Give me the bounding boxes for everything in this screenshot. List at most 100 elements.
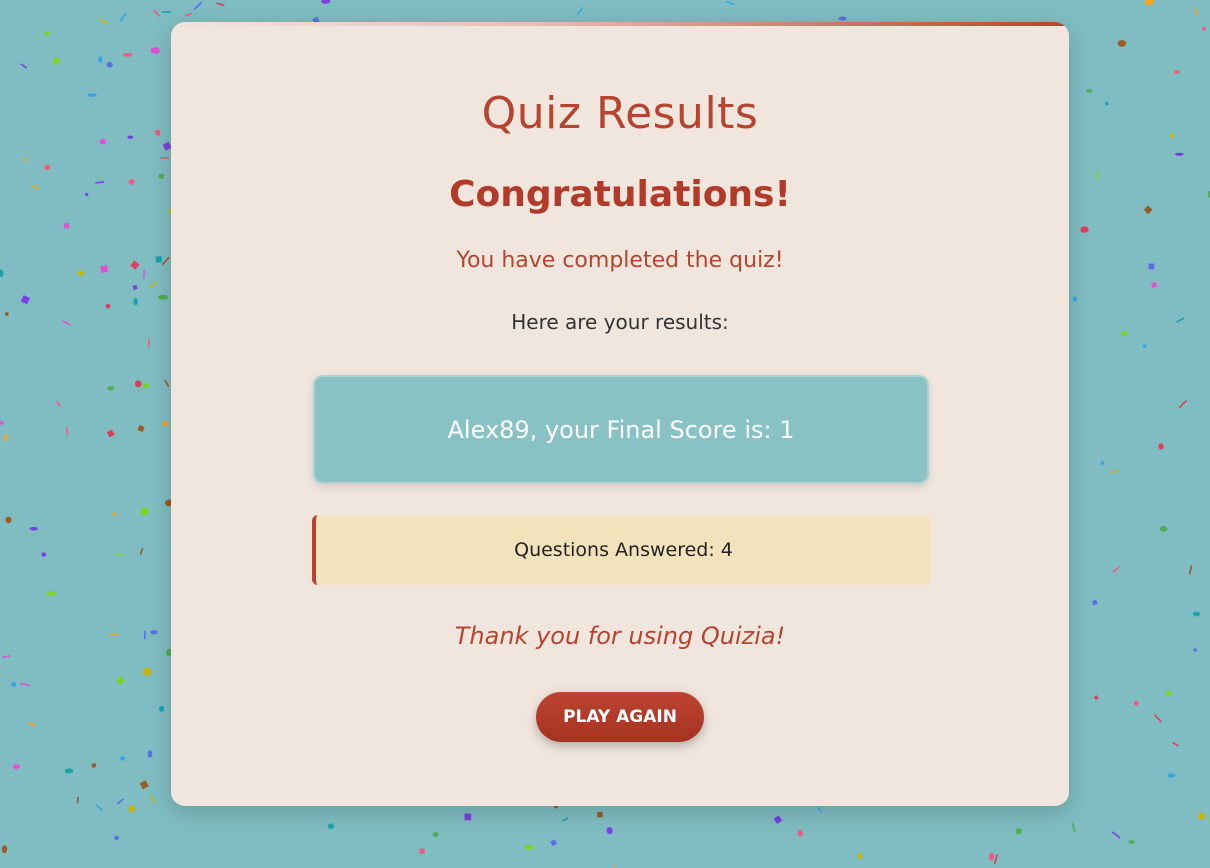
confetti-piece bbox=[84, 192, 89, 197]
confetti-piece bbox=[597, 812, 603, 818]
confetti-piece bbox=[725, 0, 735, 6]
confetti-piece bbox=[164, 379, 170, 388]
confetti-piece bbox=[184, 12, 193, 17]
confetti-piece bbox=[321, 0, 331, 4]
confetti-piece bbox=[1072, 296, 1078, 302]
congratulations-heading: Congratulations! bbox=[449, 174, 791, 215]
confetti-piece bbox=[1100, 461, 1105, 465]
results-card: Quiz Results Congratulations! You have c… bbox=[171, 22, 1069, 806]
confetti-piece bbox=[562, 817, 569, 822]
confetti-piece bbox=[1142, 344, 1147, 349]
confetti-piece bbox=[147, 338, 150, 348]
confetti-piece bbox=[327, 823, 334, 829]
confetti-piece bbox=[107, 386, 115, 391]
confetti-piece bbox=[576, 7, 584, 16]
confetti-piece bbox=[5, 516, 12, 524]
confetti-piece bbox=[1192, 647, 1198, 653]
confetti-piece bbox=[150, 630, 158, 635]
completion-message: You have completed the quiz! bbox=[456, 248, 784, 273]
confetti-piece bbox=[817, 806, 822, 813]
confetti-piece bbox=[155, 129, 161, 136]
confetti-piece bbox=[52, 56, 61, 66]
confetti-piece bbox=[1192, 611, 1201, 617]
confetti-piece bbox=[1112, 566, 1121, 573]
confetti-piece bbox=[1095, 171, 1099, 180]
confetti-piece bbox=[64, 768, 74, 774]
confetti-piece bbox=[988, 852, 994, 861]
confetti-piece bbox=[1165, 690, 1172, 696]
confetti-piece bbox=[139, 780, 149, 790]
confetti-piece bbox=[106, 429, 115, 438]
confetti-piece bbox=[99, 138, 107, 145]
confetti-piece bbox=[550, 839, 557, 847]
confetti-piece bbox=[106, 61, 113, 68]
confetti-piece bbox=[127, 135, 134, 139]
confetti-piece bbox=[1176, 317, 1185, 323]
confetti-piece bbox=[1153, 714, 1162, 723]
confetti-piece bbox=[65, 426, 69, 436]
confetti-piece bbox=[20, 295, 30, 305]
confetti-piece bbox=[20, 63, 28, 69]
confetti-piece bbox=[112, 511, 117, 517]
confetti-piece bbox=[27, 721, 37, 727]
confetti-piece bbox=[1194, 7, 1199, 17]
confetti-piece bbox=[61, 320, 71, 326]
confetti-piece bbox=[142, 382, 150, 389]
confetti-piece bbox=[1111, 831, 1121, 839]
confetti-piece bbox=[432, 831, 439, 838]
confetti-piece bbox=[1172, 741, 1179, 747]
confetti-piece bbox=[152, 9, 161, 18]
confetti-piece bbox=[77, 270, 85, 276]
confetti-piece bbox=[44, 164, 51, 170]
confetti-piece bbox=[98, 56, 103, 63]
confetti-piece bbox=[119, 12, 127, 22]
confetti-piece bbox=[216, 2, 225, 7]
page-title: Quiz Results bbox=[481, 88, 759, 139]
confetti-piece bbox=[140, 507, 149, 516]
questions-answered-box: Questions Answered: 4 bbox=[312, 515, 931, 585]
confetti-piece bbox=[147, 750, 153, 758]
confetti-piece bbox=[44, 30, 50, 37]
confetti-piece bbox=[127, 804, 136, 813]
confetti-piece bbox=[1117, 40, 1127, 47]
confetti-piece bbox=[1148, 263, 1155, 270]
confetti-piece bbox=[21, 158, 29, 161]
confetti-piece bbox=[773, 815, 783, 824]
confetti-piece bbox=[162, 420, 169, 428]
confetti-piece bbox=[133, 298, 138, 306]
confetti-piece bbox=[1080, 226, 1089, 233]
confetti-piece bbox=[76, 796, 80, 804]
confetti-piece bbox=[98, 18, 109, 25]
confetti-piece bbox=[143, 667, 152, 676]
confetti-piece bbox=[46, 591, 57, 596]
results-intro: Here are your results: bbox=[511, 310, 729, 334]
confetti-piece bbox=[11, 681, 17, 688]
confetti-piece bbox=[113, 835, 120, 841]
confetti-piece bbox=[0, 269, 4, 277]
play-again-button[interactable]: PLAY AGAIN bbox=[536, 692, 704, 742]
confetti-piece bbox=[464, 813, 472, 821]
confetti-piece bbox=[1174, 152, 1184, 156]
confetti-piece bbox=[150, 47, 160, 54]
confetti-piece bbox=[116, 676, 125, 686]
confetti-piece bbox=[1167, 773, 1176, 778]
confetti-piece bbox=[143, 269, 146, 279]
confetti-piece bbox=[1143, 205, 1153, 215]
confetti-piece bbox=[91, 762, 97, 769]
confetti-piece bbox=[31, 184, 40, 191]
confetti-piece bbox=[12, 764, 20, 770]
confetti-piece bbox=[95, 804, 103, 811]
confetti-piece bbox=[1173, 70, 1180, 74]
confetti-piece bbox=[1178, 399, 1188, 409]
confetti-piece bbox=[1093, 695, 1099, 701]
confetti-piece bbox=[95, 181, 105, 184]
confetti-piece bbox=[161, 256, 170, 266]
confetti-piece bbox=[1086, 89, 1093, 93]
confetti-piece bbox=[797, 829, 803, 837]
confetti-piece bbox=[119, 756, 126, 761]
confetti-piece bbox=[63, 222, 70, 229]
confetti-piece bbox=[3, 434, 8, 442]
confetti-piece bbox=[130, 260, 140, 270]
confetti-piece bbox=[1, 845, 8, 854]
confetti-piece bbox=[1169, 133, 1175, 138]
